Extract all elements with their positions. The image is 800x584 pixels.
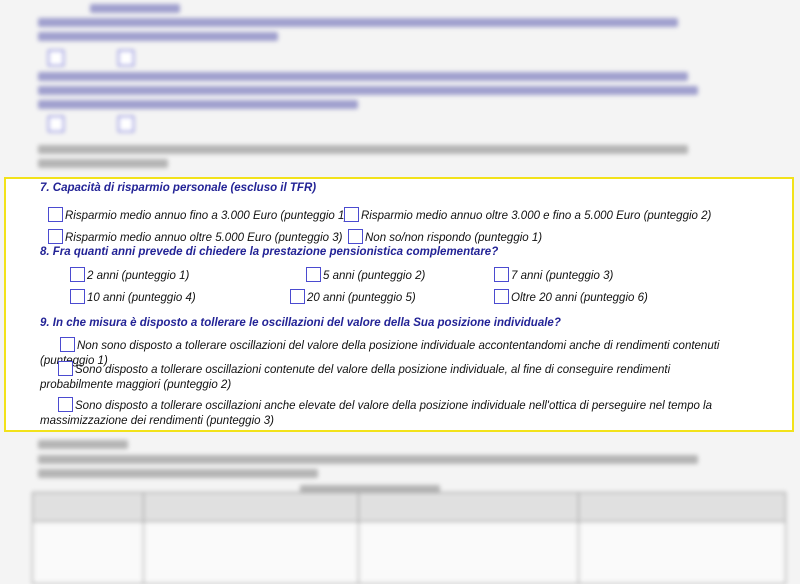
q9-option-3[interactable]: Sono disposto a tollerare oscillazioni a… <box>40 397 720 429</box>
option-label: Risparmio medio annuo oltre 3.000 e fino… <box>361 210 712 222</box>
checkbox[interactable] <box>290 289 305 304</box>
checkbox[interactable] <box>344 207 359 222</box>
option-label: 2 anni (punteggio 1) <box>87 270 190 282</box>
option-label: 20 anni (punteggio 5) <box>307 292 416 304</box>
checkbox[interactable] <box>48 229 63 244</box>
option-label: Sono disposto a tollerare oscillazioni a… <box>40 400 713 427</box>
option-label: Risparmio medio annuo fino a 3.000 Euro … <box>65 210 349 222</box>
q8-option-5[interactable]: 20 anni (punteggio 5) <box>290 289 416 306</box>
option-label: Oltre 20 anni (punteggio 6) <box>511 292 648 304</box>
checkbox[interactable] <box>348 229 363 244</box>
checkbox[interactable] <box>70 289 85 304</box>
checkbox[interactable] <box>60 337 75 352</box>
q8-option-2[interactable]: 5 anni (punteggio 2) <box>306 267 425 284</box>
q8-option-4[interactable]: 10 anni (punteggio 4) <box>70 289 196 306</box>
option-label: 5 anni (punteggio 2) <box>323 270 426 282</box>
checkbox[interactable] <box>58 361 73 376</box>
q9-option-2[interactable]: Sono disposto a tollerare oscillazioni c… <box>40 361 720 393</box>
checkbox[interactable] <box>494 289 509 304</box>
option-label: 10 anni (punteggio 4) <box>87 292 196 304</box>
option-label: Sono disposto a tollerare oscillazioni c… <box>40 364 671 391</box>
checkbox[interactable] <box>494 267 509 282</box>
option-label: Risparmio medio annuo oltre 5.000 Euro (… <box>65 232 343 244</box>
q7-option-4[interactable]: Non so/non rispondo (punteggio 1) <box>348 229 542 246</box>
checkbox[interactable] <box>70 267 85 282</box>
checkbox[interactable] <box>48 207 63 222</box>
q7-option-1[interactable]: Risparmio medio annuo fino a 3.000 Euro … <box>48 207 348 224</box>
q8-option-1[interactable]: 2 anni (punteggio 1) <box>70 267 189 284</box>
checkbox[interactable] <box>306 267 321 282</box>
question-9-title: 9. In che misura è disposto a tollerare … <box>40 317 561 329</box>
questionnaire-panel: 7. Capacità di risparmio personale (escl… <box>4 177 794 432</box>
q8-option-3[interactable]: 7 anni (punteggio 3) <box>494 267 613 284</box>
option-label: Non so/non rispondo (punteggio 1) <box>365 232 543 244</box>
checkbox[interactable] <box>58 397 73 412</box>
q7-option-3[interactable]: Risparmio medio annuo oltre 5.000 Euro (… <box>48 229 342 246</box>
option-label: 7 anni (punteggio 3) <box>511 270 614 282</box>
q7-option-2[interactable]: Risparmio medio annuo oltre 3.000 e fino… <box>344 207 711 224</box>
question-7-title: 7. Capacità di risparmio personale (escl… <box>40 182 317 194</box>
question-8-title: 8. Fra quanti anni prevede di chiedere l… <box>40 246 499 258</box>
q8-option-6[interactable]: Oltre 20 anni (punteggio 6) <box>494 289 648 306</box>
